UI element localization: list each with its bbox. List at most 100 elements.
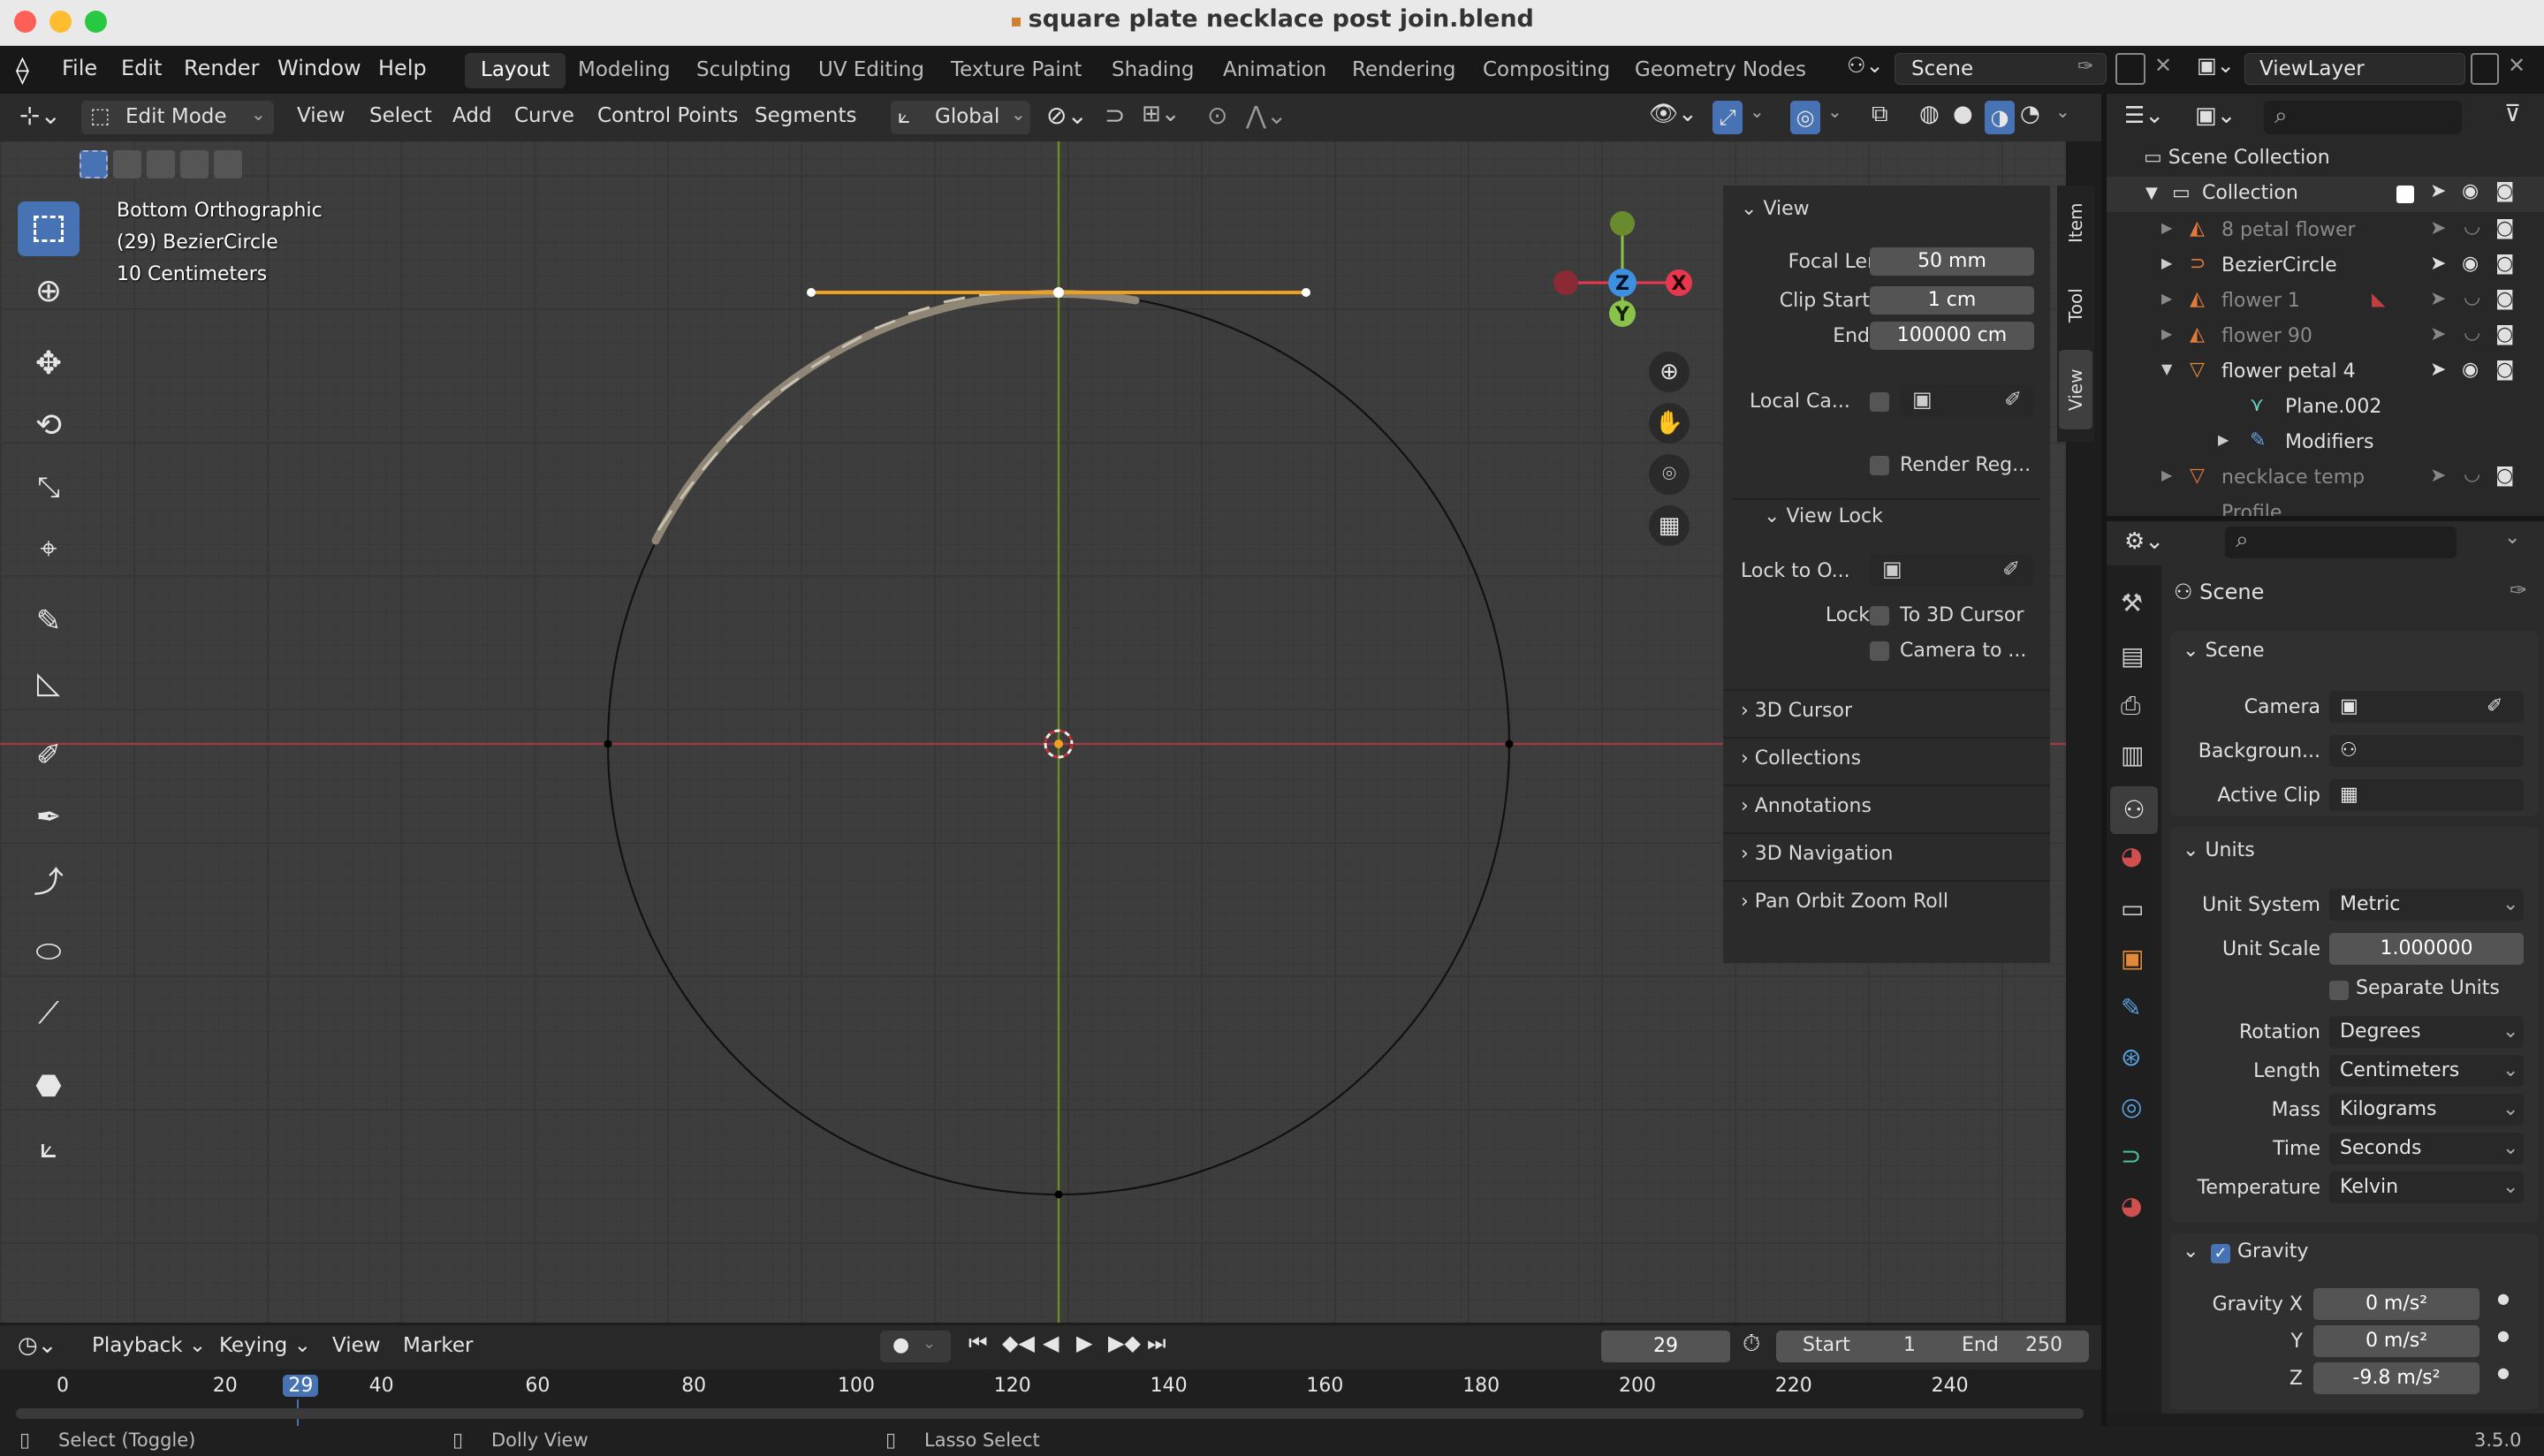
- rotate-tool-icon[interactable]: ⟲: [18, 398, 80, 452]
- local-camera-checkbox[interactable]: [1870, 392, 1889, 412]
- cursor-tool-icon[interactable]: ⊕: [18, 263, 80, 318]
- frame-range-fields[interactable]: Start 1 End 250: [1776, 1331, 2089, 1362]
- pivot-point-icon[interactable]: ⊘⌄: [1046, 101, 1088, 130]
- camera-to-view-checkbox[interactable]: [1870, 641, 1889, 661]
- display-mode-icon[interactable]: ▣⌄: [2195, 102, 2236, 129]
- delete-scene-icon[interactable]: ✕: [2154, 53, 2172, 78]
- rendered-shading-icon[interactable]: ◔: [2020, 101, 2040, 127]
- tab-item[interactable]: Item: [2059, 189, 2092, 256]
- material-preview-shading-icon[interactable]: ◑: [1985, 101, 2015, 134]
- solid-shading-icon[interactable]: ●: [1953, 101, 1973, 127]
- zoom-icon[interactable]: ⊕: [1649, 352, 1690, 392]
- timeline-menu-view[interactable]: View: [332, 1334, 381, 1357]
- collection-tab-icon[interactable]: ▭: [2121, 894, 2144, 923]
- wireframe-shading-icon[interactable]: ◍: [1919, 101, 1940, 127]
- world-tab-icon[interactable]: ◕: [2121, 841, 2142, 870]
- play-reverse-icon[interactable]: ◀: [1043, 1331, 1059, 1355]
- background-scene-field[interactable]: ⚇: [2329, 735, 2524, 767]
- viewport-menu-control-points[interactable]: Control Points: [597, 104, 739, 127]
- view-panel-header[interactable]: ⌄ View: [1741, 198, 1810, 220]
- pan-hand-icon[interactable]: ✋: [1649, 403, 1690, 444]
- menu-edit[interactable]: Edit: [121, 56, 162, 80]
- menu-help[interactable]: Help: [378, 56, 427, 80]
- keyframe-dot-icon[interactable]: ●: [2497, 1290, 2510, 1307]
- eye-closed-icon[interactable]: ◡: [2464, 463, 2480, 485]
- viewport-menu-select[interactable]: Select: [369, 104, 432, 127]
- eye-icon[interactable]: ◉: [2462, 253, 2479, 275]
- lock-to-cursor-checkbox[interactable]: [1870, 606, 1889, 626]
- rotation-dropdown[interactable]: Degrees ⌄: [2329, 1016, 2524, 1048]
- outliner-row-necklace[interactable]: ▶ ▽ necklace temp ➤ ◡ ◙: [2107, 461, 2544, 495]
- gizmo-toggle-icon[interactable]: ⤢: [1712, 101, 1743, 134]
- annotate-tool-icon[interactable]: ✎: [18, 594, 80, 648]
- pin-icon[interactable]: ✑: [2510, 578, 2527, 603]
- select-new-icon[interactable]: [80, 150, 108, 178]
- outliner-editor-type-icon[interactable]: ☰⌄: [2124, 102, 2164, 129]
- exclude-checkbox[interactable]: [2396, 186, 2414, 203]
- modifier-tab-icon[interactable]: ✎: [2121, 993, 2141, 1022]
- mode-selector[interactable]: ⬚ Edit Mode ⌄: [81, 101, 274, 134]
- outliner-scene-collection[interactable]: ▭ Scene Collection: [2144, 147, 2330, 169]
- viewport-menu-segments[interactable]: Segments: [755, 104, 856, 127]
- workspace-tab-rendering[interactable]: Rendering: [1336, 53, 1471, 88]
- tab-tool[interactable]: Tool: [2059, 269, 2092, 343]
- falloff-icon[interactable]: ⋀⌄: [1246, 101, 1287, 130]
- select-arrow-icon[interactable]: ➤: [2430, 180, 2446, 202]
- camera-render-icon[interactable]: ◙: [2495, 323, 2514, 345]
- eye-closed-icon[interactable]: ◡: [2464, 322, 2480, 344]
- length-dropdown[interactable]: Centimeters ⌄: [2329, 1055, 2524, 1087]
- clip-end-field[interactable]: 100000 cm: [1870, 322, 2034, 350]
- mass-dropdown[interactable]: Kilograms ⌄: [2329, 1094, 2524, 1126]
- tool-tab-icon[interactable]: ⚒: [2121, 588, 2143, 618]
- eye-icon[interactable]: ◉: [2462, 180, 2479, 202]
- data-tab-icon[interactable]: ⊃: [2121, 1141, 2141, 1171]
- camera-render-icon[interactable]: ◙: [2495, 180, 2514, 202]
- time-dropdown[interactable]: Seconds ⌄: [2329, 1133, 2524, 1164]
- outliner-row-8-petal-flower[interactable]: ▶ ◭ 8 petal flower ➤ ◡ ◙: [2107, 214, 2544, 247]
- visibility-icon[interactable]: 👁⌄: [1649, 101, 1697, 127]
- physics-tab-icon[interactable]: ◎: [2121, 1092, 2142, 1121]
- camera-render-icon[interactable]: ◙: [2495, 288, 2514, 310]
- gravity-y-field[interactable]: 0 m/s²: [2313, 1325, 2479, 1357]
- view-lock-header[interactable]: ⌄ View Lock: [1764, 505, 1883, 527]
- select-arrow-icon[interactable]: ➤: [2430, 217, 2446, 239]
- eyedropper-icon[interactable]: ✐: [2002, 557, 2020, 581]
- jump-start-icon[interactable]: ⏮: [968, 1331, 988, 1355]
- current-frame-field[interactable]: 29: [1601, 1331, 1730, 1362]
- scale-tool-icon[interactable]: ⤡: [18, 459, 80, 514]
- timeline-menu-keying[interactable]: Keying ⌄: [219, 1334, 311, 1357]
- workspace-tab-uv-editing[interactable]: UV Editing: [802, 53, 940, 88]
- properties-search-input[interactable]: ⌕: [2225, 527, 2457, 558]
- particles-tab-icon[interactable]: ⊛: [2121, 1043, 2141, 1072]
- gravity-panel-header[interactable]: ⌄: [2183, 1240, 2198, 1263]
- select-invert-icon[interactable]: [180, 150, 209, 178]
- move-tool-icon[interactable]: ✥: [18, 336, 80, 391]
- scene-panel-header[interactable]: ⌄ Scene: [2183, 640, 2265, 662]
- expand-arrow-icon[interactable]: ▶: [2218, 431, 2229, 448]
- keyframe-dot-icon[interactable]: ●: [2497, 1327, 2510, 1344]
- expand-arrow-icon[interactable]: ▶: [2161, 254, 2172, 271]
- extrude-tool-icon[interactable]: ⤴: [18, 852, 80, 906]
- viewlayer-selector-icon[interactable]: ▣⌄: [2197, 53, 2241, 85]
- stopwatch-icon[interactable]: ⏱: [1743, 1331, 1760, 1358]
- select-arrow-icon[interactable]: ➤: [2430, 253, 2446, 275]
- jump-end-icon[interactable]: ⏭: [1147, 1331, 1166, 1355]
- camera-render-icon[interactable]: ◙: [2495, 217, 2514, 239]
- radius-tool-icon[interactable]: ⬭: [18, 924, 80, 979]
- outliner-row-flower-90[interactable]: ▶ ◭ flower 90 ➤ ◡ ◙: [2107, 320, 2544, 353]
- material-tab-icon[interactable]: ◕: [2121, 1191, 2142, 1220]
- eyedropper-icon[interactable]: ✐: [2487, 691, 2502, 723]
- start-frame-value[interactable]: 1: [1903, 1334, 1916, 1356]
- outliner-search-input[interactable]: ⌕: [2264, 101, 2462, 134]
- workspace-tab-compositing[interactable]: Compositing: [1467, 53, 1626, 88]
- expand-arrow-icon[interactable]: ▼: [2145, 184, 2158, 202]
- local-camera-field[interactable]: ▣ ✐: [1900, 385, 2034, 417]
- workspace-tab-geometry-nodes[interactable]: Geometry Nodes: [1619, 53, 1822, 88]
- viewport-menu-curve[interactable]: Curve: [514, 104, 574, 127]
- menu-window[interactable]: Window: [277, 56, 361, 80]
- chevron-down-icon[interactable]: ⌄: [1827, 101, 1842, 122]
- expand-arrow-icon[interactable]: ▶: [2161, 466, 2172, 483]
- snap-target-icon[interactable]: ⊞⌄: [1142, 101, 1181, 127]
- scene-name-field[interactable]: Scene ✑: [1895, 53, 2107, 85]
- render-tab-icon[interactable]: ▤: [2121, 641, 2144, 671]
